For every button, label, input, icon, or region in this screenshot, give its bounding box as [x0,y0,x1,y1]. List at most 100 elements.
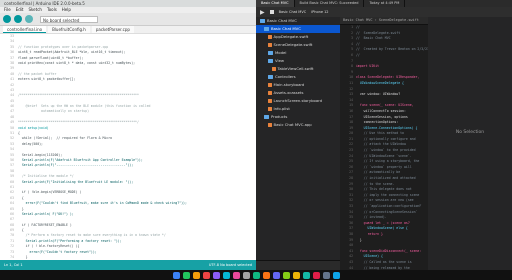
dock-app-icon[interactable] [312,271,320,279]
navigator-item[interactable]: LaunchScreen.storyboard [256,97,340,105]
dock-app-icon[interactable] [202,271,210,279]
dock-app-icon[interactable] [192,271,200,279]
stop-icon[interactable] [269,10,274,14]
dock-app-icon[interactable] [322,271,330,279]
verify-icon[interactable] [3,15,11,23]
navigator-item[interactable]: Basic Chat MVC [256,17,340,25]
navigator-item[interactable]: Model [256,49,340,57]
folder-icon [264,27,269,31]
dock-app-icon[interactable] [242,271,250,279]
xcode-tab[interactable]: Build Basic Chat MVC: Succeeded [295,0,365,7]
dock-app-icon[interactable] [302,271,310,279]
file-icon [268,122,272,128]
file-icon [268,34,272,40]
code-text: var window: UIWindow? [356,92,401,97]
navigator-item-label: LaunchScreen.storyboard [273,98,323,103]
folder-icon [268,75,273,79]
navigator-item[interactable]: Products [256,113,340,121]
dock-app-icon[interactable] [292,271,300,279]
code-text: extern uint8_t packetbuffer[]; [18,77,76,82]
menu-item-sketch[interactable]: Sketch [28,7,41,13]
code-text: if ( !ble.begin(VERBOSE_MODE) ) [18,190,82,195]
device-selector[interactable]: iPhone 12 [311,10,328,14]
arduino-ide-window: controllerfinal | Arduino IDE 2.0.0-beta… [0,0,256,270]
folder-icon [264,115,269,119]
code-text: // Basic Chat MVC [356,36,391,41]
navigator-item-label: Basic Chat MVC [271,26,301,31]
toolbar: No board selected [0,13,256,26]
navigator-item-label: SceneDelegate.swift [273,42,313,47]
navigator-item-label: AppDelegate.swift [273,34,309,39]
dock-app-icon[interactable] [282,271,290,279]
folder-icon [260,19,265,23]
code-text: // [356,52,360,57]
menu-item-file[interactable]: File [4,7,11,13]
code-text: void setup(void) [18,125,49,130]
jump-bar[interactable]: Basic Chat MVC › SceneDelegate.swift [340,17,428,25]
dock-app-icon[interactable] [212,271,220,279]
navigator-item-label: Assets.xcassets [273,90,304,95]
navigator-item-label: Basic Chat MVC [267,18,297,23]
code-text: Serial.println(F("----------------------… [18,163,134,168]
dock-app-icon[interactable] [262,271,270,279]
file-icon [268,106,272,112]
dock-app-icon[interactable] [332,271,340,279]
code-editor[interactable]: 33 34 35// function prototypes over in pac… [0,34,256,270]
navigator-filter[interactable] [256,260,340,270]
board-selector[interactable]: No board selected [40,15,98,23]
file-tab[interactable]: BluefruitConfig.h [48,26,90,33]
scheme-selector[interactable]: Basic Chat MVC [279,10,307,14]
code-text: } [356,237,362,242]
status-bar: Ln 1, Col 1 UTF-8 No board selected [0,260,256,270]
navigator-item[interactable]: Info.plist [256,105,340,113]
navigator-item[interactable]: Assets.xcassets [256,89,340,97]
navigator-item[interactable]: Basic Chat MVC [256,25,340,33]
navigator-item-label: Products [271,114,288,119]
navigator-item-label: View [275,58,285,63]
xcode-tabs: Basic Chat MVC Build Basic Chat MVC: Succ… [256,0,512,7]
navigator-item[interactable]: AppDelegate.swift [256,33,340,41]
code-text: error(F("Couldn't factory reset")); [18,249,97,254]
dock-app-icon[interactable] [182,271,190,279]
dock-app-icon[interactable] [232,271,240,279]
run-icon[interactable]: ▶ [260,9,265,16]
navigator-item[interactable]: Main.storyboard [256,81,340,89]
code-text: void printHex(const uint8_t * data, cons… [18,60,136,65]
navigator-item-label: TableViewCell.swift [277,66,314,71]
dock-app-icon[interactable] [172,271,180,279]
dock-app-icon[interactable] [222,271,230,279]
menu-item-tools[interactable]: Tools [47,7,57,13]
code-text: if ( FACTORYRESET_ENABLE ) [18,222,72,227]
navigator-item[interactable]: Controllers [256,73,340,81]
file-icon [272,66,276,72]
navigator-item-label: Basic Chat MVC.app [273,122,312,127]
file-tabs: controllerfinal.ino BluefruitConfig.h pack… [0,26,256,34]
source-editor[interactable]: Basic Chat MVC › SceneDelegate.swift 1//… [340,17,431,270]
menu-item-help[interactable]: Help [62,7,71,13]
navigator-item[interactable]: SceneDelegate.swift [256,41,340,49]
xcode-tab[interactable]: Today at 4:49 PM [364,0,406,7]
xcode-tab[interactable]: Basic Chat MVC [256,0,295,7]
code-text: // Created by Trevor Beaton on 2/3/21. [356,47,431,52]
debug-icon[interactable] [25,15,33,23]
code-text: Serial.println( F("OK!") ); [18,211,74,216]
file-icon [268,98,272,104]
code-text: UIWindowSceneDelegate { [356,80,404,85]
navigator-item-label: Model [275,50,287,55]
folder-icon [268,51,273,55]
file-tab[interactable]: packetParser.cpp [91,26,134,33]
navigator-item[interactable]: Basic Chat MVC.app [256,121,340,129]
navigator-item-label: Main.storyboard [273,82,305,87]
file-tab[interactable]: controllerfinal.ino [3,26,47,33]
inspector-panel: No Selection [428,17,512,270]
cursor-position: Ln 1, Col 1 [4,263,23,267]
dock-app-icon[interactable] [272,271,280,279]
window-title: controllerfinal | Arduino IDE 2.0.0-beta… [0,0,256,7]
navigator-item[interactable]: View [256,57,340,65]
code-text: delay(500); [18,141,43,146]
navigator-item[interactable]: TableViewCell.swift [256,65,340,73]
upload-icon[interactable] [14,15,22,23]
dock-app-icon[interactable] [252,271,260,279]
navigator-item-label: Controllers [275,74,296,79]
menu-item-edit[interactable]: Edit [16,7,24,13]
